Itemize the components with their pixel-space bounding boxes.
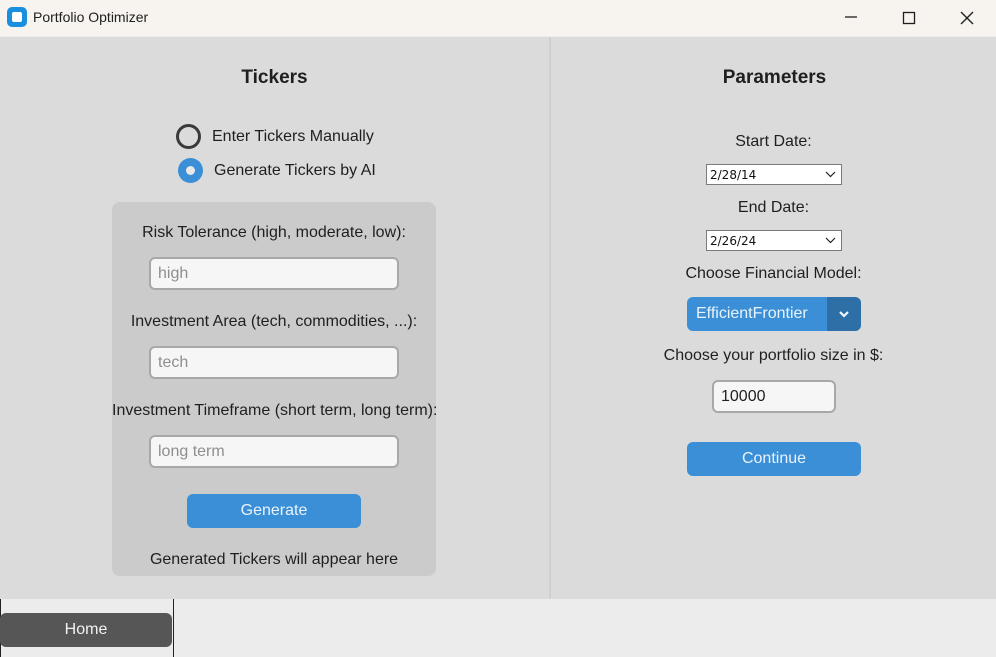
- portfolio-size-label: Choose your portfolio size in $:: [663, 347, 884, 364]
- financial-model-dropdown[interactable]: EfficientFrontier: [687, 297, 861, 331]
- home-button[interactable]: Home: [0, 613, 172, 647]
- app-icon: [7, 7, 27, 27]
- ai-generation-box: Risk Tolerance (high, moderate, low): In…: [112, 202, 438, 576]
- minimize-icon: [845, 16, 857, 18]
- end-date-label: End Date:: [737, 199, 810, 216]
- start-date-label: Start Date:: [735, 133, 812, 150]
- maximize-button[interactable]: [880, 0, 938, 36]
- chevron-down-icon: [839, 311, 849, 318]
- investment-timeframe-label: Investment Timeframe (short term, long t…: [112, 402, 438, 419]
- close-button[interactable]: [938, 0, 996, 36]
- end-date-value: 2/26/24: [710, 233, 757, 248]
- investment-area-label: Investment Area (tech, commodities, ...)…: [130, 313, 418, 330]
- risk-tolerance-label: Risk Tolerance (high, moderate, low):: [142, 224, 406, 241]
- start-date-picker[interactable]: 2/28/14: [706, 164, 842, 185]
- radio-button-selected[interactable]: [178, 158, 203, 183]
- portfolio-size-input[interactable]: [712, 380, 836, 413]
- radio-label-ai: Generate Tickers by AI: [214, 161, 376, 179]
- end-date-picker[interactable]: 2/26/24: [706, 230, 842, 251]
- radio-generate-ai[interactable]: Generate Tickers by AI: [178, 158, 376, 183]
- financial-model-value: EfficientFrontier: [696, 305, 808, 322]
- generated-tickers-text: Generated Tickers will appear here: [149, 551, 399, 568]
- radio-label-manual: Enter Tickers Manually: [212, 127, 374, 145]
- financial-model-label: Choose Financial Model:: [685, 265, 862, 282]
- parameters-heading: Parameters: [722, 67, 827, 88]
- chevron-down-icon: [825, 171, 836, 178]
- start-date-value: 2/28/14: [710, 167, 757, 182]
- generate-button[interactable]: Generate: [187, 494, 361, 528]
- minimize-button[interactable]: [822, 0, 880, 36]
- close-icon: [960, 11, 974, 25]
- maximize-icon: [902, 11, 916, 25]
- radio-button-unselected[interactable]: [176, 124, 201, 149]
- continue-button[interactable]: Continue: [687, 442, 861, 476]
- risk-tolerance-input[interactable]: [149, 257, 399, 290]
- dropdown-arrow-button[interactable]: [827, 297, 861, 331]
- title-bar: Portfolio Optimizer: [0, 0, 996, 36]
- radio-enter-manually[interactable]: Enter Tickers Manually: [176, 124, 374, 149]
- window-title: Portfolio Optimizer: [33, 9, 149, 25]
- investment-area-input[interactable]: [149, 346, 399, 379]
- chevron-down-icon: [825, 237, 836, 244]
- tickers-heading: Tickers: [241, 67, 308, 88]
- investment-timeframe-input[interactable]: [149, 435, 399, 468]
